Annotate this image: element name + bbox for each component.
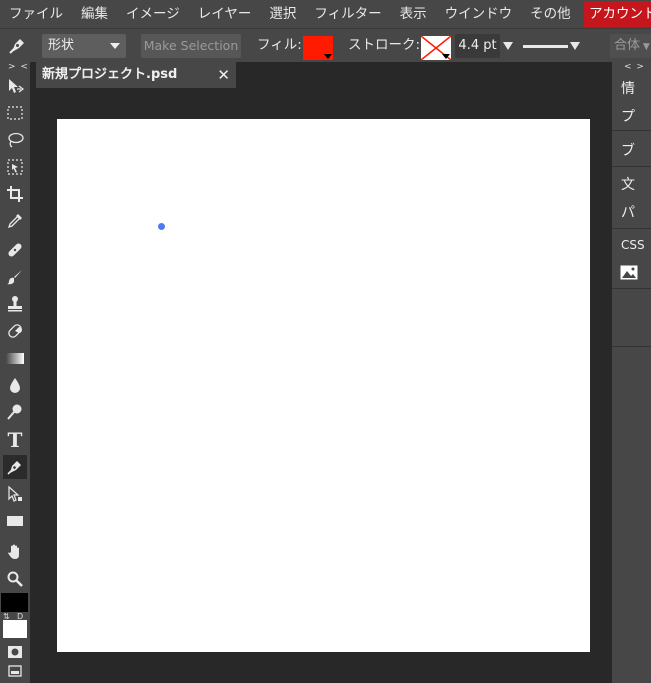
menu-bar: ファイル 編集 イメージ レイヤー 選択 フィルター 表示 ウインドウ その他 … <box>0 0 651 29</box>
gradient-icon[interactable] <box>3 346 27 370</box>
move-icon[interactable] <box>3 74 27 98</box>
stroke-style-select[interactable] <box>523 45 568 48</box>
expand-panels-button[interactable]: < > <box>624 62 645 72</box>
zoom-icon[interactable] <box>3 567 27 591</box>
type-icon[interactable]: T <box>3 428 27 452</box>
eraser-icon[interactable] <box>3 319 27 343</box>
eyedropper-icon[interactable] <box>3 209 27 233</box>
image-icon[interactable] <box>620 265 638 284</box>
panel-divider <box>612 130 651 131</box>
healing-icon[interactable] <box>3 238 27 262</box>
marquee-icon[interactable] <box>3 101 27 125</box>
stroke-width-input[interactable]: 4.4 pt <box>455 34 500 58</box>
crop-icon[interactable] <box>3 182 27 206</box>
panel-paragraph[interactable]: パ <box>612 202 651 222</box>
panel-divider <box>612 288 651 289</box>
menu-select[interactable]: 選択 <box>260 0 305 28</box>
menu-file[interactable]: ファイル <box>0 0 72 28</box>
path-operation-label: 合体 <box>614 38 641 53</box>
panel-info[interactable]: 情 <box>612 78 651 98</box>
fill-label: フィル: <box>257 37 302 53</box>
stamp-icon[interactable] <box>3 292 27 316</box>
menu-more[interactable]: その他 <box>521 0 580 28</box>
tools-panel: > < T ⇅ D <box>0 62 30 683</box>
make-selection-button[interactable]: Make Selection <box>141 34 241 58</box>
panel-css[interactable]: CSS <box>612 238 651 252</box>
foreground-color-swatch[interactable] <box>1 593 28 612</box>
options-bar: 形状 Make Selection フィル: ストローク: 4.4 pt 合体 … <box>0 29 651 63</box>
menu-window[interactable]: ウインドウ <box>436 0 522 28</box>
panel-brush[interactable]: ブ <box>612 140 651 160</box>
path-operation-select[interactable]: 合体 ▼ <box>610 34 651 58</box>
menu-layer[interactable]: レイヤー <box>189 0 261 28</box>
lasso-icon[interactable] <box>3 128 27 152</box>
rectangle-icon[interactable] <box>3 509 27 533</box>
stroke-color-swatch[interactable] <box>421 36 451 60</box>
panel-character[interactable]: 文 <box>612 174 651 194</box>
document-canvas[interactable] <box>57 119 590 652</box>
stroke-style-dropdown-icon[interactable] <box>570 42 580 50</box>
screen-mode-icon[interactable] <box>3 659 27 683</box>
panel-divider <box>612 228 651 229</box>
menu-filter[interactable]: フィルター <box>305 0 390 28</box>
shape-mode-label: 形状 <box>48 38 75 53</box>
path-anchor-point[interactable] <box>158 223 165 230</box>
dodge-icon[interactable] <box>3 400 27 424</box>
document-tab[interactable]: 新規プロジェクト.psd ✕ <box>36 62 236 88</box>
menu-view[interactable]: 表示 <box>391 0 436 28</box>
blur-icon[interactable] <box>3 373 27 397</box>
dropdown-triangle-icon <box>324 54 332 59</box>
panel-properties[interactable]: プ <box>612 106 651 126</box>
shape-mode-select[interactable]: 形状 <box>42 34 126 58</box>
collapse-toolbar-button[interactable]: > < <box>8 62 29 72</box>
background-color-swatch[interactable] <box>3 620 27 638</box>
brush-icon[interactable] <box>3 265 27 289</box>
stroke-width-dropdown-icon[interactable] <box>503 42 513 50</box>
close-icon[interactable]: ✕ <box>217 62 230 88</box>
quick-select-icon[interactable] <box>3 155 27 179</box>
path-select-icon[interactable] <box>3 482 27 506</box>
right-panel-strip: < > 情 プ ブ 文 パ CSS <box>612 62 651 683</box>
stroke-label: ストローク: <box>348 37 421 53</box>
pen-icon[interactable] <box>3 455 27 479</box>
account-button[interactable]: アカウント <box>584 1 651 27</box>
dropdown-triangle-icon <box>442 54 450 59</box>
panel-divider <box>612 166 651 167</box>
fill-color-swatch[interactable] <box>303 36 333 60</box>
menu-image[interactable]: イメージ <box>117 0 189 28</box>
hand-icon[interactable] <box>3 540 27 564</box>
document-tab-bar: 新規プロジェクト.psd ✕ <box>30 62 612 88</box>
pen-tool-icon <box>8 35 28 59</box>
menu-edit[interactable]: 編集 <box>72 0 117 28</box>
document-tab-title: 新規プロジェクト.psd <box>42 67 178 82</box>
panel-divider <box>612 346 651 347</box>
chevron-down-icon <box>110 43 120 49</box>
